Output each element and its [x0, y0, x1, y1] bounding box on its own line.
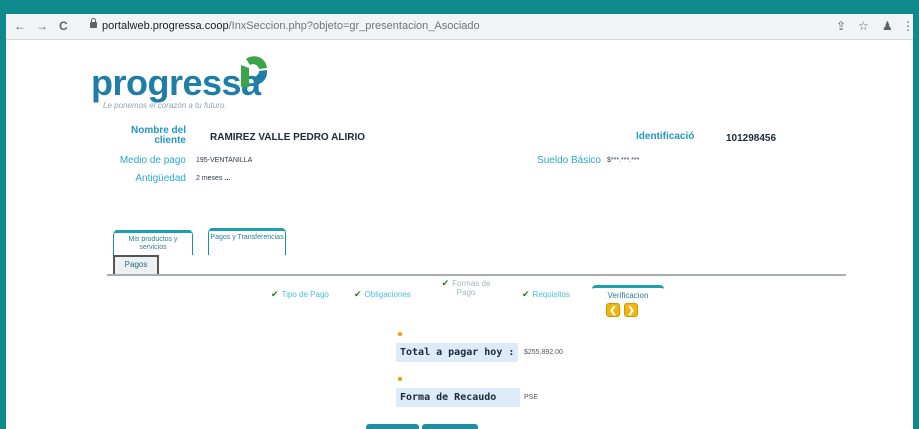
subtab-payments[interactable]: Pagos: [113, 255, 159, 274]
share-icon[interactable]: ⇪: [836, 19, 846, 33]
profile-icon[interactable]: ♟: [882, 19, 893, 33]
client-name-value: RAMIREZ VALLE PEDRO ALIRIO: [210, 132, 365, 143]
lock-icon[interactable]: [90, 18, 97, 28]
step-obligations-label: Obligaciones: [364, 290, 411, 299]
action-button-left[interactable]: [366, 424, 419, 429]
tab-products-services[interactable]: Mis productos y servicios: [113, 230, 193, 255]
next-step-button[interactable]: ❯: [624, 303, 638, 317]
url-host: portalweb.progressa.coop: [102, 20, 229, 32]
required-dot: [398, 377, 402, 381]
seniority-more[interactable]: ...: [224, 175, 230, 182]
step-verification[interactable]: Verificacion: [592, 285, 664, 300]
total-value: $255,892.00: [524, 349, 563, 356]
step-payment-forms[interactable]: ✔ Formas de Pago: [438, 278, 494, 298]
url-path: /InxSeccion.php?objeto=gr_presentacion_A…: [228, 20, 480, 32]
collection-method-value: PSE: [524, 394, 539, 401]
client-name-label: Nombre del cliente: [130, 125, 186, 146]
tab-divider: [107, 274, 846, 276]
brand-logo-text: progressa: [91, 62, 261, 103]
brand-logo-icon: [241, 56, 268, 87]
step-requirements-label: Requisitos: [532, 290, 570, 299]
collection-method-label: Forma de Recaudo: [396, 388, 520, 407]
tab-payments-transfers[interactable]: Pagos y Transferencias: [208, 228, 286, 255]
page-content: progressa Le ponemos el corazón a tu fut…: [6, 40, 913, 429]
salary-value: $***.***.***: [607, 157, 640, 164]
client-id-label: Identificació: [636, 131, 695, 142]
salary-label: Sueldo Básico: [537, 155, 601, 166]
step-requirements[interactable]: ✔ Requisitos: [522, 289, 570, 300]
payment-method-value: 195-VENTANILLA: [196, 157, 253, 164]
payment-method-label: Medio de pago: [119, 155, 186, 166]
total-label: Total a pagar hoy :: [396, 343, 519, 362]
seniority-value: 2 meses ...: [196, 175, 230, 182]
brand-tagline: Le ponemos el corazón a tu futuro.: [103, 101, 227, 110]
forward-arrow-icon[interactable]: →: [36, 19, 48, 33]
check-icon: ✔: [441, 278, 450, 288]
check-icon: ✔: [522, 289, 530, 299]
step-payment-type[interactable]: ✔ Tipo de Pago: [271, 289, 329, 300]
previous-step-button[interactable]: ❮: [606, 303, 620, 317]
step-payment-forms-label: Formas de Pago: [452, 279, 491, 297]
required-dot: [398, 332, 402, 336]
client-id-value: 101298456: [726, 133, 777, 144]
seniority-label: Antigüedad: [135, 173, 186, 184]
address-bar[interactable]: portalweb.progressa.coop/InxSeccion.php?…: [102, 20, 480, 32]
seniority-text: 2 meses: [196, 175, 223, 182]
step-payment-type-label: Tipo de Pago: [281, 290, 329, 299]
back-arrow-icon[interactable]: ←: [14, 19, 26, 33]
bookmark-star-icon[interactable]: ☆: [858, 19, 869, 33]
action-button-right[interactable]: [422, 424, 478, 429]
step-obligations[interactable]: ✔ Obligaciones: [354, 289, 411, 300]
reload-icon[interactable]: C: [59, 19, 68, 33]
browser-toolbar: ← → C portalweb.progressa.coop/InxSeccio…: [6, 14, 914, 40]
check-icon: ✔: [271, 289, 279, 299]
menu-icon[interactable]: ⋮: [902, 19, 914, 33]
check-icon: ✔: [354, 289, 362, 299]
